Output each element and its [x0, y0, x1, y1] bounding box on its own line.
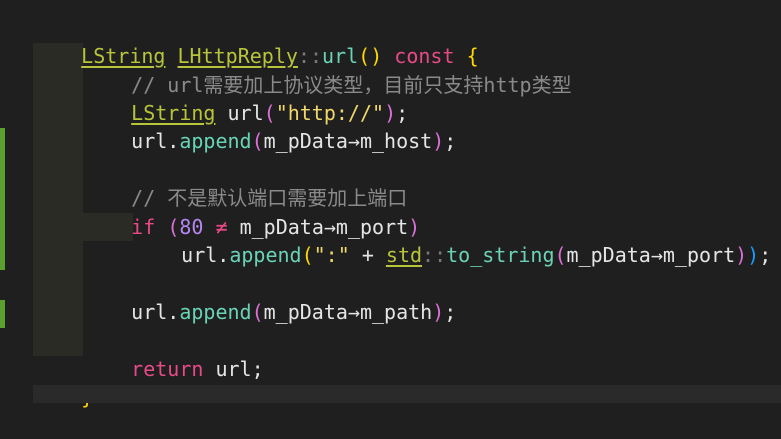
semicolon: ;	[251, 357, 264, 381]
code-line-2[interactable]: // url需要加上协议类型，目前只支持http类型	[83, 43, 571, 97]
namespace: std	[385, 243, 423, 267]
horizontal-scrollbar[interactable]	[33, 385, 781, 403]
object-name: url	[131, 129, 168, 153]
scope-operator: ::	[422, 243, 447, 267]
code-line-1[interactable]: LString LHttpReply::url() const {	[33, 14, 478, 68]
open-paren: (	[251, 300, 264, 324]
semicolon: ;	[759, 243, 772, 267]
argument: m_pData→m_path	[263, 300, 433, 324]
code-line-3[interactable]: LString url("http://");	[83, 71, 408, 125]
string-literal: ":"	[313, 243, 350, 267]
code-line-13[interactable]: }	[33, 355, 93, 409]
argument: m_pData→m_host	[263, 129, 433, 153]
function-name: to_string	[446, 243, 555, 267]
code-line-7[interactable]: if (80 ≠ m_pData→m_port)	[83, 185, 420, 239]
close-paren: )	[432, 300, 445, 324]
semicolon: ;	[444, 129, 457, 153]
method-name: append	[179, 129, 252, 153]
close-paren: )	[432, 129, 445, 153]
argument: m_pData→m_port	[566, 243, 736, 267]
dot: .	[217, 243, 230, 267]
dot: .	[167, 300, 180, 324]
code-line-10[interactable]: url.append(m_pData→m_path);	[83, 270, 456, 324]
code-line-12[interactable]: return url;	[83, 327, 263, 381]
method-name: append	[179, 300, 252, 324]
gutter-change-marker	[0, 300, 5, 328]
open-paren: (	[251, 129, 264, 153]
return-keyword: return	[131, 357, 204, 381]
dot: .	[167, 129, 180, 153]
semicolon: ;	[444, 300, 457, 324]
inner-open-paren: (	[554, 243, 567, 267]
code-line-6[interactable]: // 不是默认端口需要加上端口	[83, 156, 407, 210]
variable-name: url	[215, 357, 252, 381]
open-paren: (	[301, 243, 314, 267]
method-name: append	[229, 243, 302, 267]
object-name: url	[131, 300, 168, 324]
code-editor[interactable]: LString LHttpReply::url() const { // url…	[0, 0, 781, 409]
object-name: url	[181, 243, 218, 267]
code-line-4[interactable]: url.append(m_pData→m_host);	[83, 99, 456, 153]
code-line-8[interactable]: url.append(":" + std::to_string(m_pData→…	[133, 213, 771, 267]
inner-close-paren: )	[735, 243, 748, 267]
close-paren: )	[747, 243, 760, 267]
gutter-change-marker	[0, 128, 5, 270]
plus-operator: +	[361, 243, 374, 267]
